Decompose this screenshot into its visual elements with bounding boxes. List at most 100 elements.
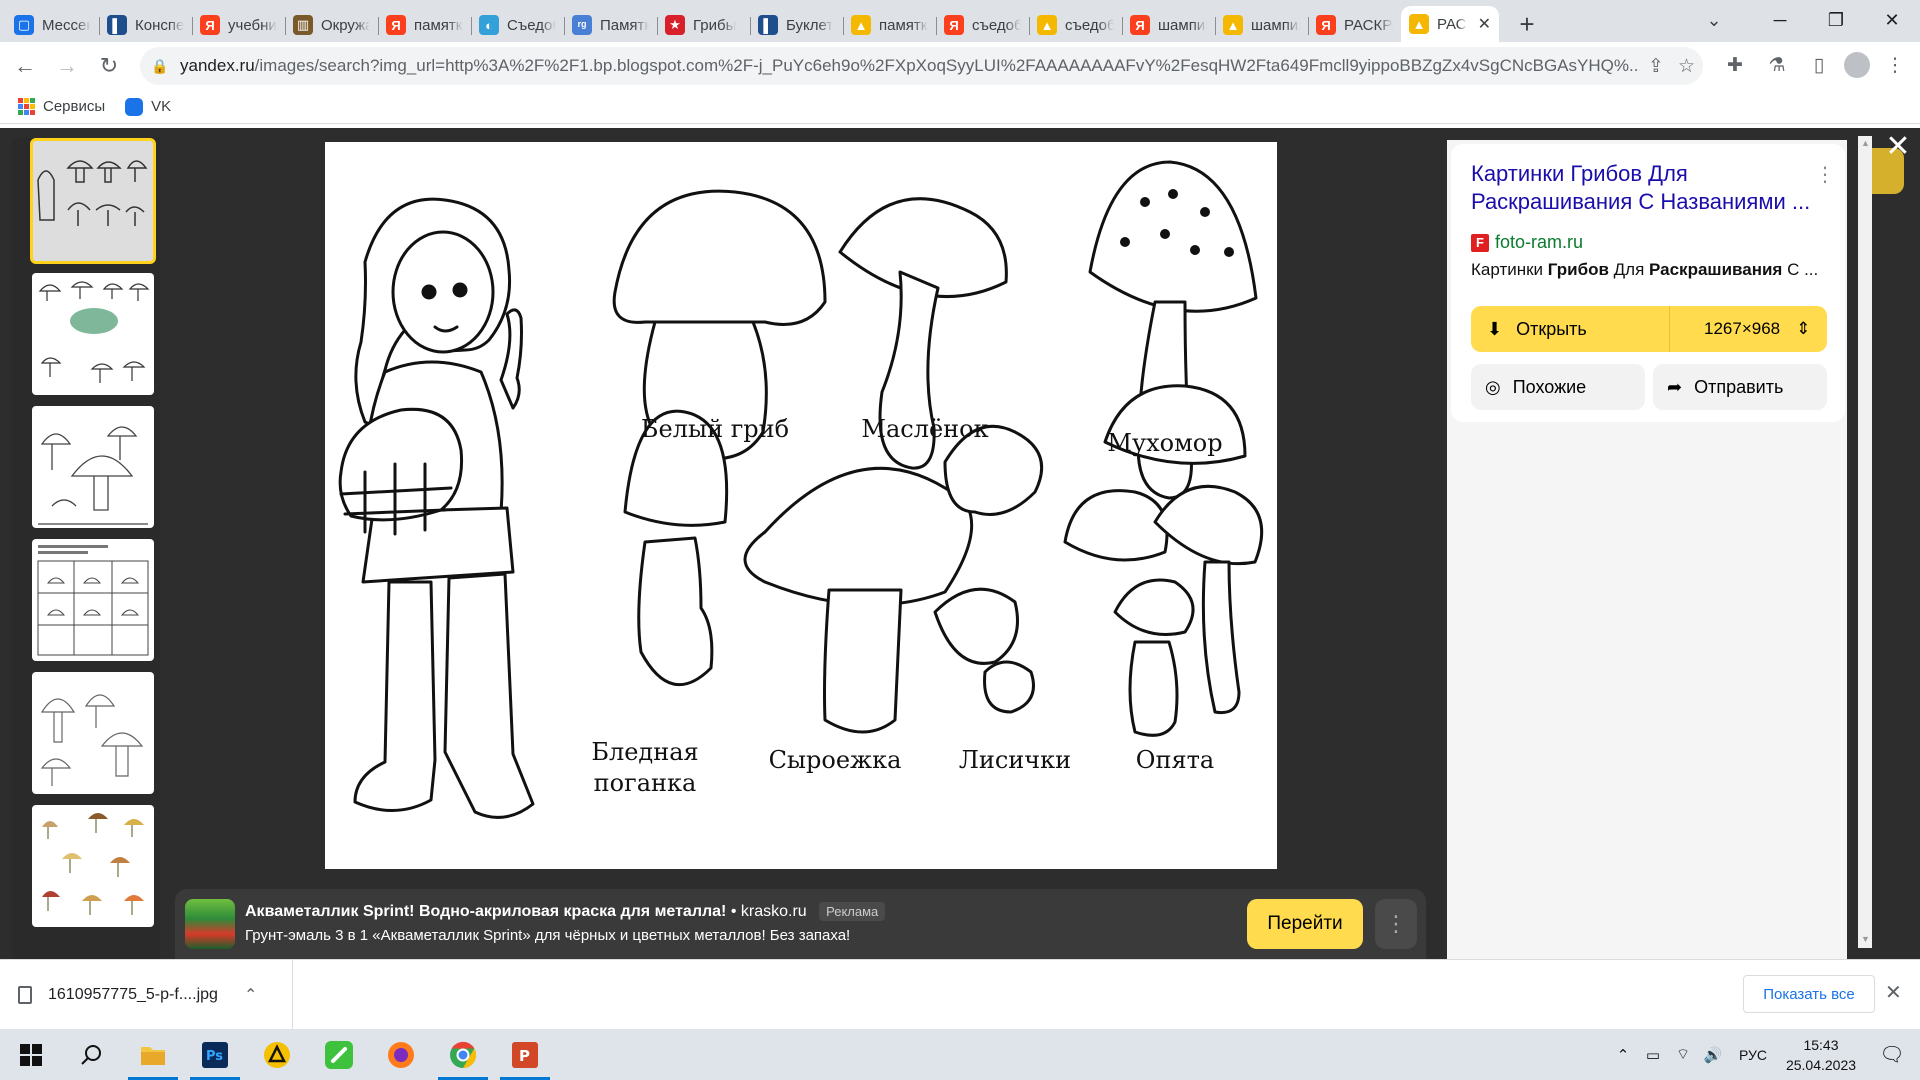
thumbnail-5[interactable] [32, 672, 154, 794]
tab-7[interactable]: ʳᵍ Памятка [564, 8, 657, 42]
tab-2[interactable]: ▌ Конспект [99, 8, 192, 42]
window-close-icon[interactable]: ✕ [1864, 0, 1920, 40]
similar-button[interactable]: ◎ Похожие [1471, 364, 1645, 410]
side-panel-icon[interactable]: ▯ [1802, 48, 1836, 82]
notifications-icon[interactable]: 🗨 [1864, 1042, 1920, 1067]
tab-14[interactable]: ▲ шампиньоны [1215, 8, 1308, 42]
thumbnail-4[interactable] [32, 539, 154, 661]
scroll-up-icon[interactable]: ▲ [1861, 138, 1870, 148]
lab-flask-icon[interactable]: ⚗ [1760, 48, 1794, 82]
bookmark-star-icon[interactable]: ☆ [1678, 55, 1695, 78]
archicad-icon[interactable] [246, 1029, 308, 1080]
scroll-down-icon[interactable]: ▼ [1861, 934, 1870, 944]
thumbnail-2[interactable] [32, 273, 154, 395]
tab-16[interactable]: ▲ РАС ✕ [1401, 6, 1499, 42]
chevron-up-icon[interactable]: ⌃ [244, 985, 257, 1005]
address-bar[interactable]: 🔒 yandex.ru/images/search?img_url=http%3… [140, 47, 1703, 85]
restore-icon[interactable]: ❐ [1808, 0, 1864, 40]
tab-favicon-icon: Я [944, 15, 964, 35]
url-text[interactable]: yandex.ru/images/search?img_url=http%3A%… [180, 56, 1640, 76]
share-page-icon[interactable]: ⇪ [1648, 55, 1664, 78]
url-path: /images/search?img_url=http%3A%2F%2F1.bp… [254, 56, 1640, 75]
tab-favicon-icon: ★ [665, 15, 685, 35]
source-site-link[interactable]: F foto-ram.ru [1471, 232, 1583, 253]
input-language[interactable]: РУС [1728, 1047, 1778, 1063]
minimize-icon[interactable]: ─ [1752, 0, 1808, 40]
ad-banner[interactable]: Акваметаллик Sprint! Водно-акриловая кра… [175, 889, 1426, 959]
new-tab-button[interactable]: + [1509, 6, 1545, 42]
tab-9[interactable]: ▌ Буклет [750, 8, 843, 42]
show-all-button[interactable]: Показать все [1743, 975, 1875, 1013]
download-icon: ⬇ [1487, 318, 1503, 339]
battery-icon[interactable]: ▭ [1638, 1046, 1668, 1064]
result-title-link[interactable]: Картинки Грибов Для Раскрашивания С Назв… [1471, 160, 1821, 216]
thumbnail-1[interactable] [30, 138, 156, 264]
forward-icon[interactable]: → [50, 49, 84, 83]
tab-favicon-icon: Я [386, 15, 406, 35]
tab-6[interactable]: ◐ Съедобные [471, 8, 564, 42]
share-button[interactable]: ➦ Отправить [1653, 364, 1827, 410]
tab-4[interactable]: ▥ Окружающий [285, 8, 378, 42]
ad-title[interactable]: Акваметаллик Sprint! Водно-акриловая кра… [245, 903, 726, 920]
open-image-button[interactable]: ⬇ Открыть 1267×968 ⇕ [1471, 306, 1827, 352]
file-icon [18, 986, 32, 1004]
thumbnail-mushrooms-icon [38, 281, 150, 383]
viewer-close-icon[interactable]: ✕ [1880, 128, 1916, 164]
green-app-icon[interactable] [308, 1029, 370, 1080]
download-bar-close-icon[interactable]: ✕ [1885, 980, 1902, 1005]
tab-15[interactable]: Я РАСКРАСКИ [1308, 8, 1401, 42]
caption-maslenok: Маслёнок [861, 415, 989, 443]
volume-icon[interactable]: 🔊 [1698, 1046, 1728, 1064]
tab-10[interactable]: ▲ памятка [843, 8, 936, 42]
ad-more-icon[interactable]: ⋮ [1375, 899, 1417, 949]
bookmark-label: Сервисы [43, 98, 106, 115]
tab-5[interactable]: Япамятка [378, 8, 471, 42]
bookmark-vk[interactable]: VK [125, 97, 171, 116]
search-icon[interactable] [60, 1029, 122, 1080]
ad-source[interactable]: • krasko.ru [731, 903, 807, 920]
ad-tag: Реклама [819, 902, 886, 921]
firefox-icon[interactable] [370, 1029, 432, 1080]
tab-3[interactable]: Яучебник [192, 8, 285, 42]
main-image[interactable]: Белый гриб Маслёнок Мухомор Бледная пога… [325, 142, 1277, 869]
profile-avatar-icon[interactable] [1844, 52, 1870, 78]
tab-8[interactable]: ★ Грибы [657, 8, 750, 42]
start-windows-icon[interactable] [0, 1029, 62, 1080]
tab-favicon-icon: ▲ [851, 15, 871, 35]
tray-chevron-up-icon[interactable]: ⌃ [1608, 1046, 1638, 1064]
tab-favicon-icon: ▢ [14, 15, 34, 35]
wifi-icon[interactable]: ⌔ [1668, 1045, 1698, 1064]
photoshop-icon[interactable]: Ps [184, 1029, 246, 1080]
file-explorer-icon[interactable] [122, 1029, 184, 1080]
menu-icon[interactable]: ⋮ [1878, 48, 1912, 82]
thumbnail-3[interactable] [32, 406, 154, 528]
tab-12[interactable]: ▲ съедобные [1029, 8, 1122, 42]
reload-icon[interactable]: ↻ [92, 49, 126, 83]
tab-title: памятка [414, 16, 463, 34]
more-options-icon[interactable]: ⋮ [1815, 162, 1835, 187]
updown-icon: ⇕ [1796, 319, 1811, 338]
tab-13[interactable]: Яшампиньоны [1122, 8, 1215, 42]
bookmarks-bar: Сервисы VK [0, 90, 1920, 124]
chrome-icon[interactable] [432, 1029, 494, 1080]
extensions-icon[interactable]: ✚ [1718, 48, 1752, 82]
tab-title: Буклет [786, 16, 834, 34]
tab-search-icon[interactable]: ⌄ [1698, 6, 1730, 34]
ad-go-button[interactable]: Перейти [1247, 899, 1363, 949]
powerpoint-icon[interactable]: P [494, 1029, 556, 1080]
tab-11[interactable]: Ясъедобные [936, 8, 1029, 42]
bookmark-services[interactable]: Сервисы [18, 98, 105, 115]
back-icon[interactable]: ← [8, 49, 42, 83]
thumbnail-6[interactable] [32, 805, 154, 927]
lock-icon[interactable]: 🔒 [140, 58, 180, 75]
clock[interactable]: 15:43 25.04.2023 [1778, 1035, 1864, 1075]
clock-time: 15:43 [1803, 1036, 1839, 1053]
tab-close-icon[interactable]: ✕ [1478, 14, 1491, 34]
tab-title: съедобные [972, 16, 1021, 34]
size-select[interactable]: 1267×968 ⇕ [1670, 319, 1810, 339]
thumbnail-strip[interactable] [12, 138, 160, 959]
download-item[interactable]: 1610957775_5-p-f....jpg ⌃ [18, 960, 293, 1030]
panel-scrollbar[interactable] [1858, 136, 1872, 948]
tab-1[interactable]: ▢ Мессенджер [6, 8, 99, 42]
site-favicon-icon: F [1471, 233, 1489, 252]
